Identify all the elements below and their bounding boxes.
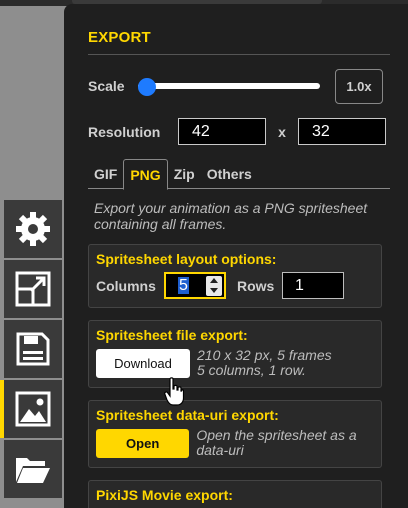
- download-button[interactable]: Download: [96, 348, 190, 378]
- tool-strip: [0, 200, 62, 500]
- tab-gif[interactable]: GIF: [88, 159, 123, 189]
- gear-icon: [13, 209, 53, 249]
- file-export-info-line2: 5 columns, 1 row.: [197, 362, 306, 378]
- folder-icon: [13, 449, 53, 489]
- open-tool-button[interactable]: [4, 440, 62, 498]
- panel-title: EXPORT: [88, 29, 151, 46]
- columns-value: 5: [178, 276, 189, 294]
- save-icon: [13, 329, 53, 369]
- settings-tool-button[interactable]: [4, 200, 62, 258]
- rows-input[interactable]: 1: [282, 272, 344, 299]
- stepper-down-icon[interactable]: [210, 288, 218, 293]
- columns-label: Columns: [96, 277, 156, 294]
- stepper-up-icon[interactable]: [210, 278, 218, 283]
- tab-zip[interactable]: Zip: [168, 159, 201, 189]
- rows-label: Rows: [237, 277, 275, 294]
- scale-label: Scale: [88, 78, 125, 94]
- resolution-separator: x: [278, 123, 286, 140]
- file-export-row: Download 210 x 32 px, 5 frames 5 columns…: [96, 348, 375, 378]
- file-export-box: Spritesheet file export: Download 210 x …: [88, 320, 382, 388]
- resolution-label: Resolution: [88, 123, 161, 140]
- tab-others[interactable]: Others: [201, 159, 258, 189]
- pixi-export-box: PixiJS Movie export:: [88, 480, 382, 508]
- file-export-info: 210 x 32 px, 5 frames 5 columns, 1 row.: [197, 348, 332, 378]
- resize-icon: [13, 269, 53, 309]
- file-export-info-line1: 210 x 32 px, 5 frames: [197, 347, 332, 363]
- png-description: Export your animation as a PNG spriteshe…: [94, 200, 368, 232]
- datauri-export-title: Spritesheet data-uri export:: [96, 407, 279, 423]
- scale-slider-track: [138, 83, 320, 89]
- resolution-width-input[interactable]: 42: [178, 118, 266, 145]
- file-export-title: Spritesheet file export:: [96, 327, 248, 343]
- scale-slider-thumb[interactable]: [138, 78, 156, 96]
- open-datauri-button[interactable]: Open: [96, 428, 190, 458]
- hand-cursor-icon: [164, 377, 185, 412]
- layout-options-title: Spritesheet layout options:: [96, 251, 277, 267]
- title-divider: [88, 54, 390, 55]
- save-tool-button[interactable]: [4, 320, 62, 378]
- columns-input[interactable]: 5: [164, 272, 226, 299]
- datauri-export-info: Open the spritesheet as a data-uri: [196, 427, 357, 458]
- scale-row: Scale 1.0x: [88, 68, 390, 104]
- scale-value-display: 1.0x: [335, 68, 383, 104]
- rows-value: 1: [295, 276, 304, 294]
- columns-stepper[interactable]: [206, 275, 222, 296]
- datauri-export-row: Open Open the spritesheet as a data-uri: [96, 428, 375, 458]
- export-tool-button[interactable]: [0, 380, 62, 438]
- export-tabs: GIF PNG Zip Others: [88, 159, 390, 190]
- export-panel: EXPORT Scale 1.0x Resolution 42 x 32 GIF…: [64, 4, 408, 508]
- scale-slider[interactable]: [138, 76, 320, 96]
- layout-options-box: Spritesheet layout options: Columns 5 Ro…: [88, 244, 382, 308]
- datauri-export-box: Spritesheet data-uri export: Open Open t…: [88, 400, 382, 468]
- tab-png[interactable]: PNG: [123, 159, 168, 190]
- resize-tool-button[interactable]: [4, 260, 62, 318]
- layout-row: Columns 5 Rows 1: [96, 272, 375, 299]
- image-icon: [13, 389, 53, 429]
- resolution-row: Resolution 42 x 32: [88, 118, 390, 145]
- resolution-height-input[interactable]: 32: [298, 118, 386, 145]
- pixi-export-title: PixiJS Movie export:: [96, 487, 233, 503]
